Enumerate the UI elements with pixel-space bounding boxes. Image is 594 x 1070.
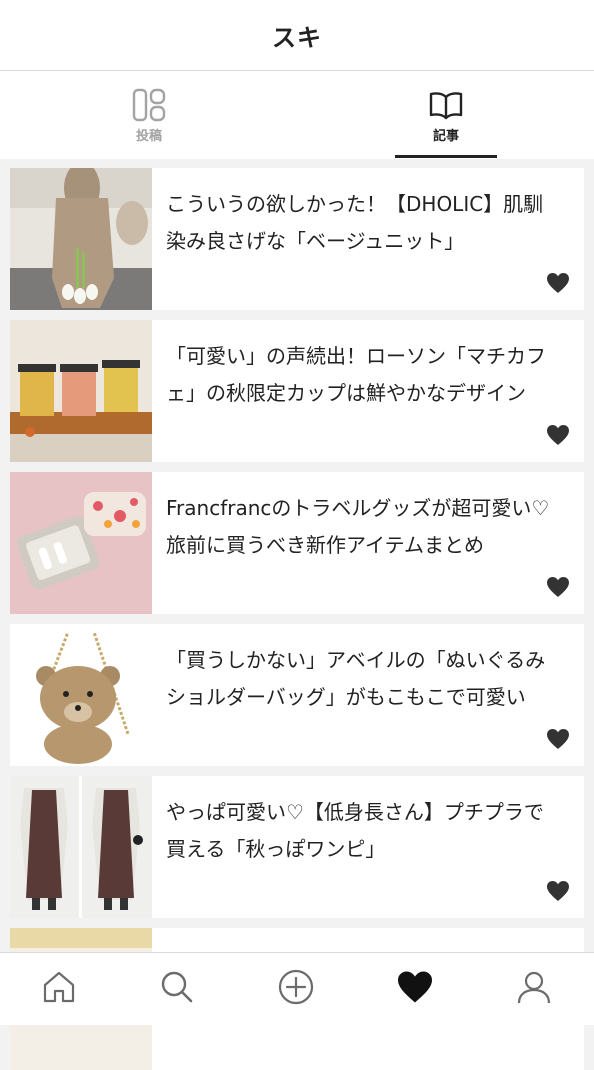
- article-title: こういうの欲しかった！【DHOLIC】肌馴染み良さげな「ベージュニット」: [166, 192, 544, 253]
- nav-profile[interactable]: [494, 953, 574, 1025]
- search-icon: [161, 971, 193, 1003]
- article-card[interactable]: Francfrancのトラベルグッズが超可愛い♡旅前に買うべき新作アイテムまとめ: [10, 472, 584, 614]
- tab-posts[interactable]: 投稿: [89, 71, 209, 159]
- heart-icon[interactable]: [546, 424, 570, 446]
- article-title: Francfrancのトラベルグッズが超可愛い♡旅前に買うべき新作アイテムまとめ: [166, 496, 550, 557]
- article-card[interactable]: 「買うしかない」アベイルの「ぬいぐるみショルダーバッグ」がもこもこで可愛い: [10, 624, 584, 766]
- article-card[interactable]: こういうの欲しかった！【DHOLIC】肌馴染み良さげな「ベージュニット」: [10, 168, 584, 310]
- grid-icon: [132, 88, 166, 122]
- tab-bar: 投稿 記事: [0, 71, 594, 159]
- tab-articles-label: 記事: [432, 129, 459, 144]
- heart-icon[interactable]: [546, 728, 570, 750]
- profile-icon: [517, 971, 551, 1004]
- article-thumbnail: [10, 624, 152, 766]
- tab-posts-label: 投稿: [135, 129, 162, 144]
- article-card[interactable]: やっぱ可愛い♡【低身長さん】プチプラで買える「秋っぽワンピ」: [10, 776, 584, 918]
- app-header: スキ: [0, 0, 594, 71]
- article-thumbnail: [10, 320, 152, 462]
- article-thumbnail: [10, 776, 152, 918]
- article-card[interactable]: 「可愛い」の声続出！ローソン「マチカフェ」の秋限定カップは鮮やかなデザイン: [10, 320, 584, 462]
- book-icon: [429, 92, 463, 120]
- home-icon: [43, 971, 75, 1003]
- plus-circle-icon: [278, 969, 314, 1005]
- article-thumbnail: [10, 472, 152, 614]
- tab-articles[interactable]: 記事: [386, 71, 506, 159]
- article-title: 「可愛い」の声続出！ローソン「マチカフェ」の秋限定カップは鮮やかなデザイン: [166, 344, 546, 405]
- page-title: スキ: [272, 23, 322, 52]
- heart-icon[interactable]: [546, 272, 570, 294]
- article-title: やっぱ可愛い♡【低身長さん】プチプラで買える「秋っぽワンピ」: [166, 800, 544, 861]
- heart-icon[interactable]: [546, 576, 570, 598]
- nav-home[interactable]: [19, 953, 99, 1025]
- nav-search[interactable]: [137, 953, 217, 1025]
- nav-likes[interactable]: [375, 953, 455, 1025]
- heart-icon[interactable]: [546, 880, 570, 902]
- heart-icon: [398, 971, 432, 1003]
- article-thumbnail: [10, 168, 152, 310]
- active-tab-indicator: [395, 155, 497, 158]
- nav-post[interactable]: [256, 953, 336, 1025]
- bottom-nav: [0, 952, 594, 1025]
- article-title: 「買うしかない」アベイルの「ぬいぐるみショルダーバッグ」がもこもこで可愛い: [166, 648, 546, 709]
